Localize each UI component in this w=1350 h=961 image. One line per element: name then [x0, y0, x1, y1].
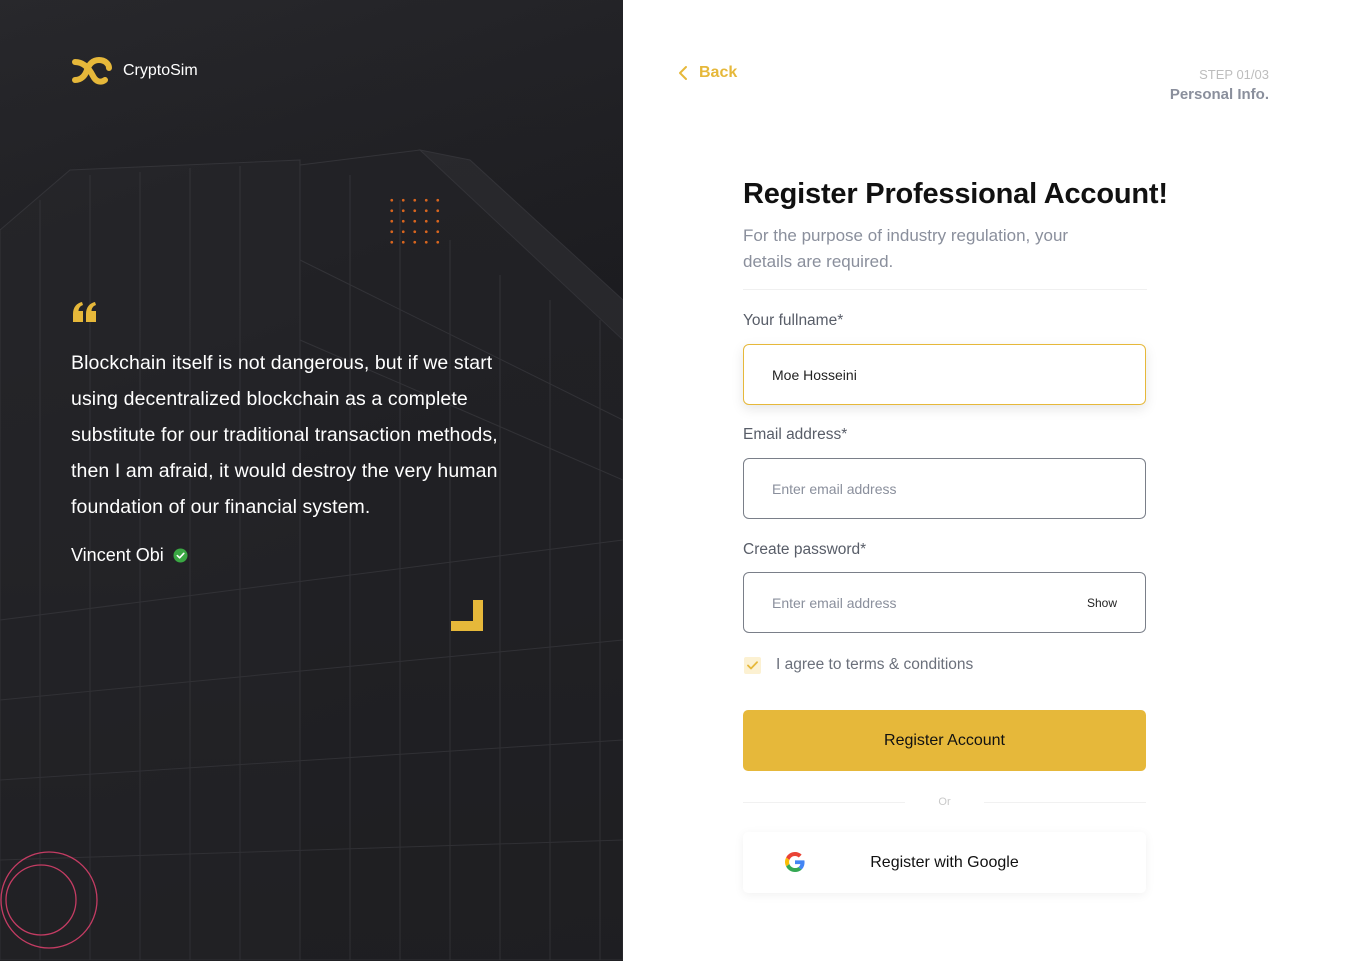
form-header: Register Professional Account! For the p…: [743, 178, 1168, 290]
page-title: Register Professional Account!: [743, 178, 1168, 210]
page-subtitle: For the purpose of industry regulation, …: [743, 226, 1069, 271]
chevron-left-icon: [679, 66, 687, 80]
register-account-button[interactable]: Register Account: [743, 710, 1146, 771]
step-name: Personal Info.: [1169, 86, 1269, 103]
password-input[interactable]: [772, 594, 1087, 611]
hero-panel: CryptoSim Blockchain itself is not dange…: [0, 0, 623, 961]
checkmark-icon: [747, 660, 758, 669]
google-icon: [785, 852, 805, 872]
or-separator: Or: [743, 794, 1147, 810]
circle-decoration: [0, 851, 98, 949]
register-with-google-button[interactable]: Register with Google: [743, 832, 1146, 893]
dot-grid-decoration: [386, 195, 446, 251]
quote-icon: [73, 302, 96, 322]
fullname-input[interactable]: [772, 366, 1117, 383]
step-indicator: STEP 01/03 Personal Info.: [1170, 67, 1269, 103]
divider-line: [743, 801, 906, 803]
password-label: Create password*: [743, 541, 867, 558]
cryptosim-logo-icon: [72, 56, 112, 85]
verified-check-icon: [173, 548, 188, 563]
step-number: STEP 01/03: [1199, 67, 1269, 82]
terms-agreement[interactable]: I agree to terms & conditions: [744, 656, 973, 674]
or-label: Or: [938, 796, 951, 808]
fullname-label: Your fullname*: [743, 312, 844, 329]
show-password-toggle[interactable]: Show: [1087, 596, 1117, 610]
email-input[interactable]: [772, 480, 1117, 497]
brand-name: CryptoSim: [123, 62, 198, 79]
password-field[interactable]: Show: [743, 572, 1146, 633]
terms-label: I agree to terms & conditions: [776, 656, 974, 673]
fullname-field[interactable]: [743, 344, 1146, 405]
divider-line: [983, 801, 1147, 803]
testimonial-quote: Blockchain itself is not dangerous, but …: [71, 352, 498, 518]
author-name: Vincent Obi: [71, 545, 164, 565]
divider: [743, 289, 1147, 290]
corner-bracket-decoration: [451, 600, 483, 631]
terms-checkbox[interactable]: [744, 656, 761, 674]
email-field[interactable]: [743, 458, 1146, 519]
back-label: Back: [699, 64, 738, 81]
email-label: Email address*: [743, 426, 848, 443]
brand[interactable]: CryptoSim: [71, 56, 198, 86]
back-button[interactable]: Back: [677, 64, 737, 82]
testimonial-author: Vincent Obi: [71, 545, 188, 566]
